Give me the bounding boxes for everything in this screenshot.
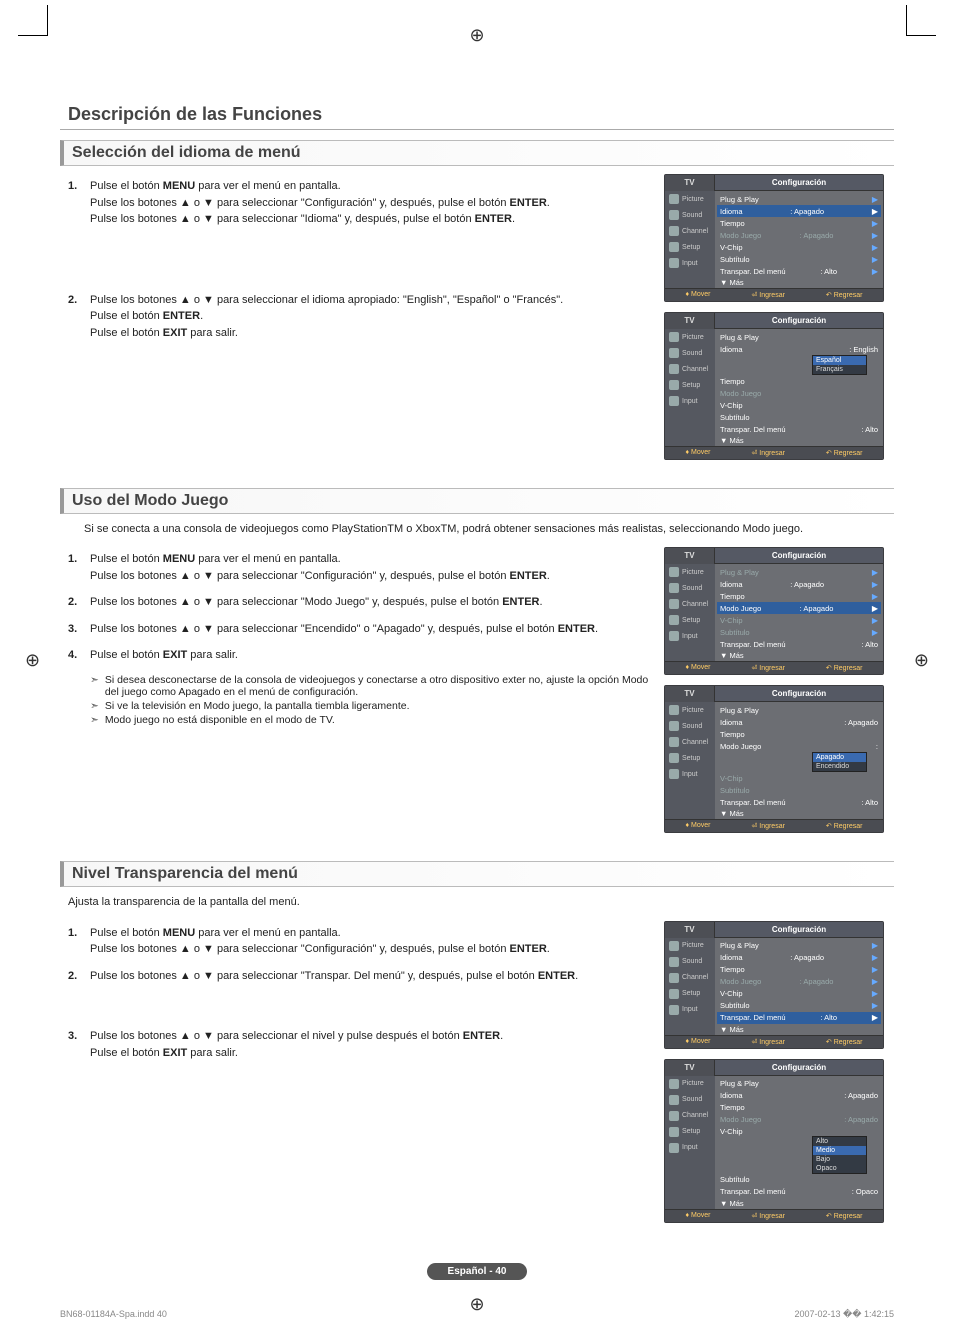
step-text: Pulse el botón MENU para ver el menú en … — [90, 178, 654, 228]
note-arrow-icon: ➣ — [90, 700, 99, 712]
picture-icon — [669, 194, 679, 204]
picture-icon — [669, 332, 679, 342]
picture-icon — [669, 567, 679, 577]
sound-icon — [669, 721, 679, 731]
input-icon — [669, 631, 679, 641]
sound-icon — [669, 1095, 679, 1105]
osd-sidebar: Picture Sound Channel Setup Input — [665, 191, 715, 288]
osd-screenshot: TVConfiguración Picture Sound Channel Se… — [664, 685, 884, 833]
sound-icon — [669, 210, 679, 220]
section-intro: Si se conecta a una consola de videojueg… — [84, 522, 886, 537]
channel-icon — [669, 226, 679, 236]
step-number: 1. — [68, 178, 90, 228]
setup-icon — [669, 615, 679, 625]
picture-icon — [669, 705, 679, 715]
step-number: 2. — [68, 292, 90, 342]
section-transparencia: Nivel Transparencia del menú Ajusta la t… — [60, 861, 894, 1232]
transparency-dropdown: Alto Medio Bajo Opaco — [812, 1136, 867, 1174]
main-heading: Descripción de las Funciones — [60, 100, 894, 130]
section-seleccion-idioma: Selección del idioma de menú 1. Pulse el… — [60, 140, 894, 470]
input-icon — [669, 1143, 679, 1153]
setup-icon — [669, 380, 679, 390]
channel-icon — [669, 737, 679, 747]
chevron-right-icon: ▶ — [872, 195, 878, 204]
section-modo-juego: Uso del Modo Juego Si se conecta a una c… — [60, 488, 894, 843]
step-text: Pulse los botones ▲ o ▼ para seleccionar… — [90, 594, 654, 611]
footer-filename: BN68-01184A-Spa.indd 40 — [60, 1309, 167, 1320]
footer-timestamp: 2007-02-13 �� 1:42:15 — [794, 1309, 894, 1320]
page-number-badge: Español - 40 — [427, 1263, 527, 1280]
picture-icon — [669, 941, 679, 951]
osd-screenshot: TVConfiguración Picture Sound Channel Se… — [664, 1059, 884, 1223]
chevron-right-icon: ▶ — [872, 231, 878, 240]
channel-icon — [669, 1111, 679, 1121]
setup-icon — [669, 753, 679, 763]
input-icon — [669, 396, 679, 406]
regresar-hint: ↶ Regresar — [826, 291, 863, 299]
osd-tv-label: TV — [665, 175, 715, 191]
sound-icon — [669, 957, 679, 967]
section-heading: Uso del Modo Juego — [60, 488, 894, 514]
chevron-right-icon: ▶ — [872, 267, 878, 276]
sound-icon — [669, 583, 679, 593]
chevron-right-icon: ▶ — [872, 255, 878, 264]
note-text: Si ve la televisión en Modo juego, la pa… — [105, 700, 410, 712]
section-heading: Selección del idioma de menú — [60, 140, 894, 166]
section-intro: Ajusta la transparencia de la pantalla d… — [68, 895, 886, 910]
osd-screenshot: TVConfiguración Picture Sound Channel Se… — [664, 174, 884, 302]
channel-icon — [669, 364, 679, 374]
osd-screenshot: TVConfiguración Picture Sound Channel Se… — [664, 312, 884, 460]
chevron-right-icon: ▶ — [872, 243, 878, 252]
setup-icon — [669, 989, 679, 999]
step-text: Pulse el botón MENU para ver el menú en … — [90, 925, 654, 958]
ingresar-hint: ⏎ Ingresar — [751, 291, 785, 299]
step-text: Pulse los botones ▲ o ▼ para seleccionar… — [90, 1028, 654, 1061]
section-heading: Nivel Transparencia del menú — [60, 861, 894, 887]
print-footer: BN68-01184A-Spa.indd 40 2007-02-13 �� 1:… — [60, 1309, 894, 1320]
chevron-right-icon: ▶ — [872, 207, 878, 216]
input-icon — [669, 1005, 679, 1015]
note-text: Si desea desconectarse de la consola de … — [105, 674, 654, 698]
picture-icon — [669, 1079, 679, 1089]
osd-title: Configuración — [715, 175, 883, 191]
step-text: Pulse el botón MENU para ver el menú en … — [90, 551, 654, 584]
note-text: Modo juego no está disponible en el modo… — [105, 714, 335, 726]
input-icon — [669, 258, 679, 268]
note-arrow-icon: ➣ — [90, 674, 99, 698]
chevron-right-icon: ▶ — [872, 219, 878, 228]
channel-icon — [669, 973, 679, 983]
language-dropdown: Español Français — [812, 355, 867, 375]
input-icon — [669, 769, 679, 779]
sound-icon — [669, 348, 679, 358]
mover-hint: ♦ Mover — [685, 291, 710, 299]
channel-icon — [669, 599, 679, 609]
step-text: Pulse los botones ▲ o ▼ para seleccionar… — [90, 968, 654, 985]
note-arrow-icon: ➣ — [90, 714, 99, 726]
osd-screenshot: TVConfiguración Picture Sound Channel Se… — [664, 547, 884, 675]
setup-icon — [669, 1127, 679, 1137]
step-text: Pulse los botones ▲ o ▼ para seleccionar… — [90, 292, 654, 342]
step-text: Pulse los botones ▲ o ▼ para seleccionar… — [90, 621, 654, 638]
osd-screenshot: TVConfiguración Picture Sound Channel Se… — [664, 921, 884, 1049]
modojuego-dropdown: Apagado Encendido — [812, 752, 867, 772]
page-content: Descripción de las Funciones Selección d… — [0, 0, 954, 1340]
step-text: Pulse el botón EXIT para salir. — [90, 647, 654, 664]
setup-icon — [669, 242, 679, 252]
